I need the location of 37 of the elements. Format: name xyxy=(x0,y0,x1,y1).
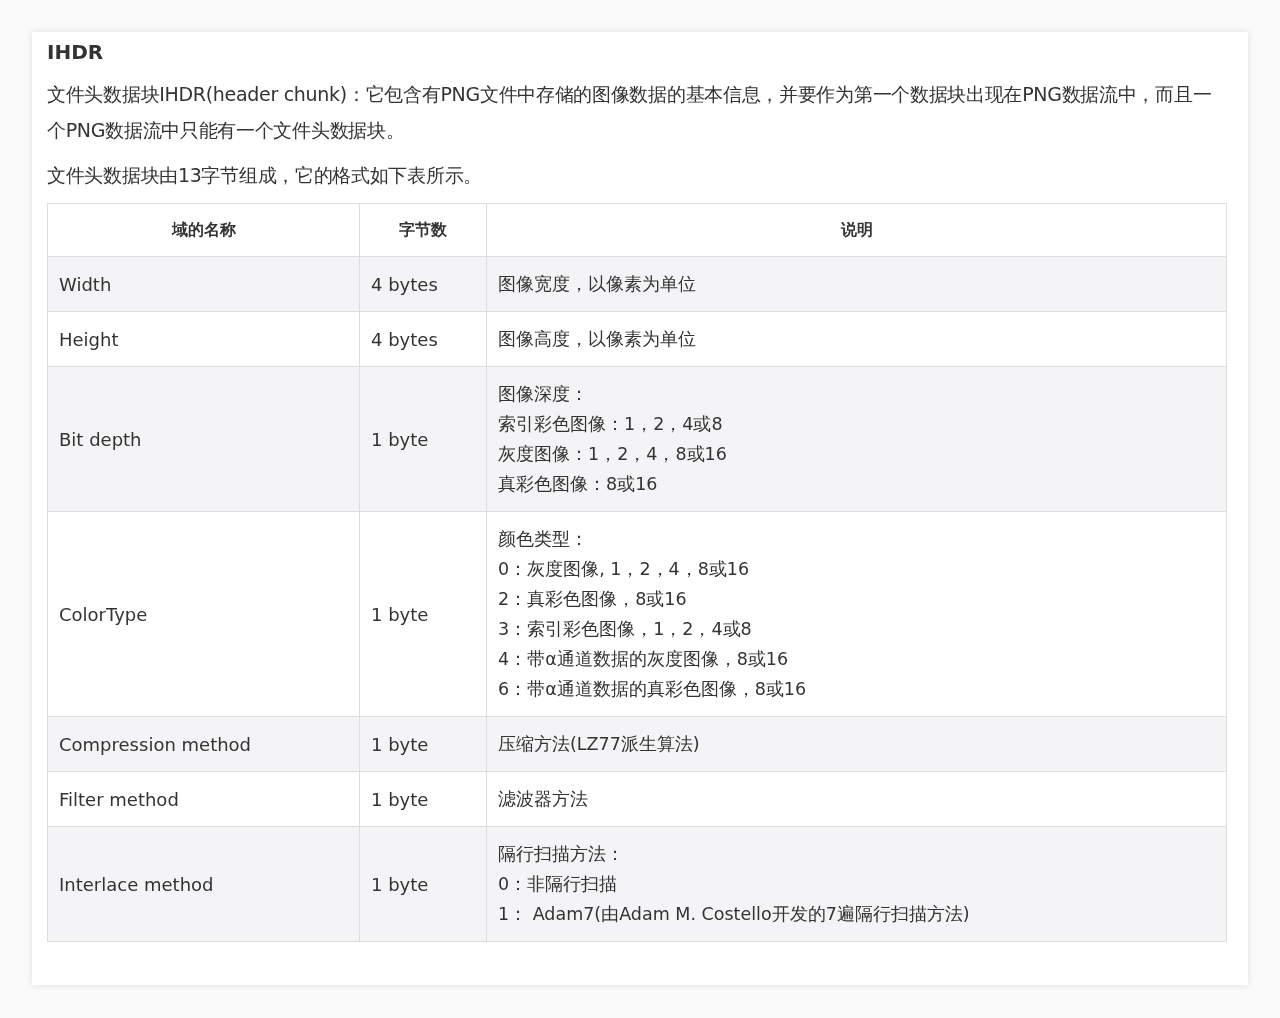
description-line: 真彩色图像：8或16 xyxy=(498,473,658,496)
table-cell: 4 bytes xyxy=(360,312,487,367)
description-line: 索引彩色图像：1，2，4或8 xyxy=(498,413,723,436)
description-line: 隔行扫描方法： xyxy=(498,843,624,866)
description-line: 0：非隔行扫描 xyxy=(498,873,618,896)
table-cell: 1 byte xyxy=(360,512,487,717)
description-line: 滤波器方法 xyxy=(498,788,588,811)
description-line: 图像深度： xyxy=(498,383,588,406)
description-line: 4：带α通道数据的灰度图像，8或16 xyxy=(498,648,789,671)
table-cell: Interlace method xyxy=(48,827,360,942)
table-cell: ColorType xyxy=(48,512,360,717)
table-cell: Bit depth xyxy=(48,367,360,512)
description-line: 2：真彩色图像，8或16 xyxy=(498,588,687,611)
description-line: 图像宽度，以像素为单位 xyxy=(498,273,696,296)
description-line: 3：索引彩色图像，1，2，4或8 xyxy=(498,618,752,641)
column-header: 字节数 xyxy=(360,204,487,257)
table-cell: 1 byte xyxy=(360,367,487,512)
table-cell: 1 byte xyxy=(360,772,487,827)
table-cell: 1 byte xyxy=(360,827,487,942)
table-cell: Height xyxy=(48,312,360,367)
table-cell: 4 bytes xyxy=(360,257,487,312)
description-line: 灰度图像：1，2，4，8或16 xyxy=(498,443,727,466)
description-line: 颜色类型： xyxy=(498,528,588,551)
section-heading: IHDR xyxy=(47,39,105,66)
description-line: 1： Adam7(由Adam M. Costello开发的7遍隔行扫描方法) xyxy=(498,903,970,926)
table-cell: 1 byte xyxy=(360,717,487,772)
column-header: 说明 xyxy=(487,204,1227,257)
paragraph: 文件头数据块由13字节组成，它的格式如下表所示。 xyxy=(47,163,483,188)
column-header: 域的名称 xyxy=(48,204,360,257)
description-line: 0：灰度图像, 1，2，4，8或16 xyxy=(498,558,750,581)
description-line: 图像高度，以像素为单位 xyxy=(498,328,696,351)
table-cell: Width xyxy=(48,257,360,312)
paragraph: 文件头数据块IHDR(header chunk)：它包含有PNG文件中存储的图像数据的基本信息，并要作为第一个数据块出现在PNG数据流中，而且一个PNG数据流中只能有一个文件头数据块。 xyxy=(47,82,1213,143)
description-line: 6：带α通道数据的真彩色图像，8或16 xyxy=(498,678,807,701)
table-cell: Filter method xyxy=(48,772,360,827)
table-cell: Compression method xyxy=(48,717,360,772)
description-line: 压缩方法(LZ77派生算法) xyxy=(498,733,700,756)
